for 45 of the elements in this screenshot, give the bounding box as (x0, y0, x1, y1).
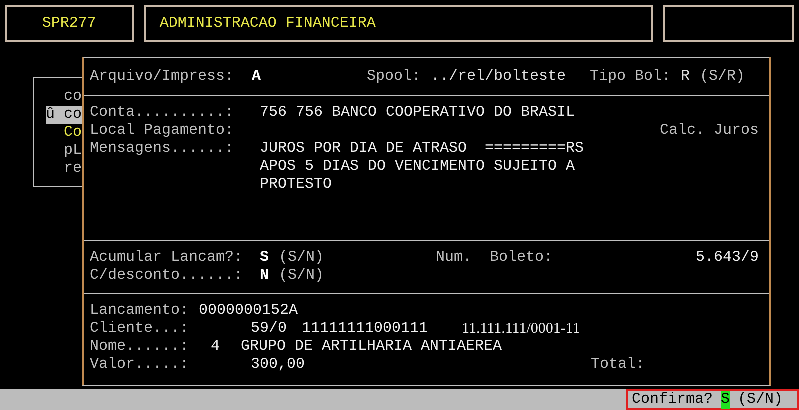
message-line: APOS 5 DIAS DO VENCIMENTO SUJEITO A (260, 158, 576, 176)
client-number: 4 (211, 338, 220, 355)
field-label: C/desconto......: (90, 267, 244, 284)
field-label: Nome......: (90, 338, 190, 355)
field-label: Valor.....: (90, 356, 190, 373)
client-cnpj: 11.111.111/0001-11 (462, 320, 580, 338)
field-value: 5.643/9 (696, 249, 759, 267)
field-value: 300,00 (251, 356, 306, 373)
confirm-answer-field[interactable]: S (721, 390, 730, 408)
field-label: Lancamento: (90, 302, 190, 320)
field-label: Calc. Juros (660, 122, 759, 140)
field-label: Local Pagamento: (90, 122, 234, 140)
field-value: A (252, 68, 262, 86)
menu-item[interactable]: Co (64, 124, 82, 142)
program-code: SPR277 (42, 14, 96, 32)
field-label: Conta..........: (90, 104, 234, 121)
field-value: ../rel/bolteste (431, 68, 566, 86)
field-label: Acumular Lancam?: (90, 249, 244, 266)
menu-item[interactable]: re (64, 160, 82, 178)
field-hint: (S/R) (700, 68, 746, 86)
module-title: ADMINISTRACAO FINANCEIRA (160, 14, 376, 32)
field-label: Tipo Bol: (590, 68, 672, 86)
menu-item[interactable]: pL (64, 142, 82, 160)
field-value: R (681, 68, 690, 86)
message-line: JUROS POR DIA DE ATRASO =========RS (260, 140, 584, 158)
client-code: 59/0 (251, 320, 288, 337)
field-value: N (260, 267, 270, 285)
field-hint: (S/N) (279, 267, 324, 285)
field-value: 0000000152A (199, 302, 298, 320)
client-document: 11111111000111 (302, 320, 428, 337)
field-hint: (S/N) (279, 249, 324, 267)
confirm-hint: (S/N) (738, 390, 784, 408)
field-label: Total: (591, 356, 646, 374)
client-name: GRUPO DE ARTILHARIA ANTIAEREA (241, 338, 502, 356)
menu-item[interactable]: co (64, 88, 82, 106)
field-label: Mensagens......: (90, 140, 234, 157)
field-value: S (260, 249, 270, 267)
field-label: Spool: (367, 68, 422, 86)
menu-item[interactable]: û co (46, 106, 82, 124)
field-label: Cliente...: (90, 320, 190, 337)
field-value: 756 756 BANCO COOPERATIVO DO BRASIL (260, 104, 576, 122)
confirm-prompt: Confirma? (632, 390, 714, 408)
field-label: Arquivo/Impress: (90, 68, 234, 86)
field-label: Num. Boleto: (436, 249, 554, 266)
message-line: PROTESTO (260, 176, 334, 194)
